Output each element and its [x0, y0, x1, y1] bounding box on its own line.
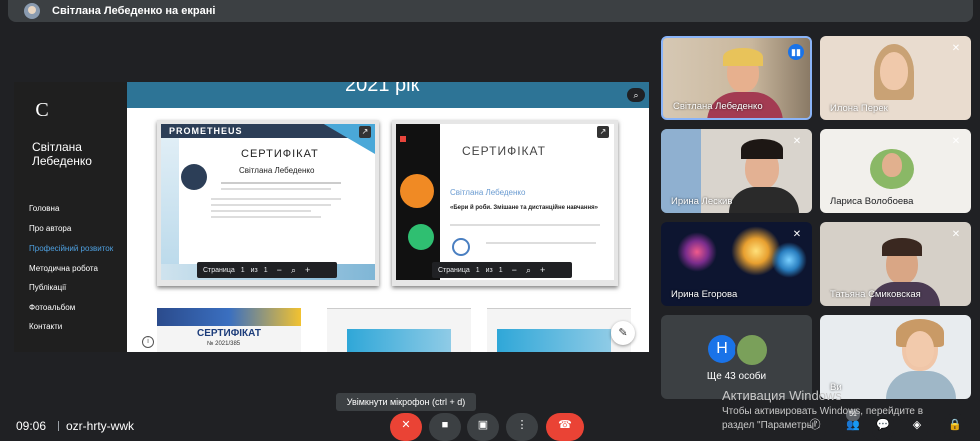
menu-item-professional[interactable]: Професійний розвиток: [29, 244, 113, 253]
zoom-in-icon[interactable]: +: [305, 265, 310, 275]
mic-tooltip: Увімкнути мікрофон (ctrl + d): [336, 393, 476, 411]
pager-total: 1: [498, 266, 503, 274]
certificate-name: Світлана Лебеденко: [450, 188, 526, 197]
more-participants-label: Ще 43 особи: [706, 371, 767, 382]
certificate-beri-i-roby: СЕРТИФІКАТ Світлана Лебеденко «Бери й ро…: [396, 124, 614, 280]
participant-name: Илона Перек: [830, 103, 888, 114]
participant-tile[interactable]: ✕ Илона Перек: [820, 36, 971, 120]
mic-off-icon: ✕: [401, 419, 411, 431]
menu-item-home[interactable]: Головна: [29, 204, 59, 213]
open-external-icon[interactable]: ↗: [597, 126, 609, 138]
pdf-pager-right[interactable]: Страница 1 из 1 − ⌕ +: [432, 262, 572, 278]
shared-screen: C Світлана Лебеденко Головна Про автора …: [14, 82, 649, 352]
zoom-out-icon[interactable]: −: [277, 265, 282, 275]
certificate-title: СЕРТИФІКАТ: [462, 144, 546, 158]
menu-item-publications[interactable]: Публікації: [29, 283, 66, 292]
zoom-in-icon[interactable]: +: [540, 265, 545, 275]
menu-item-about[interactable]: Про автора: [29, 224, 71, 233]
site-sidebar: C Світлана Лебеденко Головна Про автора …: [14, 82, 127, 352]
mic-off-icon: ✕: [951, 229, 961, 240]
end-call-icon: ☎: [558, 419, 572, 431]
mic-off-icon: ✕: [792, 136, 802, 147]
presenting-text: Світлана Лебеденко на екрані: [52, 5, 216, 17]
certificate-name: Світлана Лебеденко: [239, 166, 315, 175]
clock: 09:06: [16, 419, 47, 433]
camera-icon: ■: [441, 419, 449, 431]
people-button[interactable]: 👥 51: [842, 409, 864, 441]
preview-title: СЕРТИФІКАТ: [197, 328, 261, 339]
pager-page-input[interactable]: 1: [241, 267, 245, 274]
certificate-prometheus: PROMETHEUS СЕРТИФІКАТ Світлана Лебеденко: [161, 124, 375, 280]
pdf-pager-left[interactable]: Страница 1 из 1 − ⌕ +: [197, 262, 337, 278]
meeting-code: ozr-hrty-wwk: [66, 419, 134, 433]
edit-pencil-icon[interactable]: ✎: [611, 321, 635, 345]
pager-total: 1: [263, 266, 268, 274]
site-logo-icon: C: [35, 99, 49, 121]
certificate-viewer-right[interactable]: СЕРТИФІКАТ Світлана Лебеденко «Бери й ро…: [392, 120, 618, 286]
participant-name: Лариса Волобоева: [830, 196, 914, 207]
mic-toggle-button[interactable]: ✕: [390, 413, 422, 441]
prometheus-logo: PROMETHEUS: [169, 126, 243, 136]
participant-tile[interactable]: ✕ Татьяна Смиковская: [820, 222, 971, 306]
activities-button[interactable]: ◈: [906, 413, 928, 441]
participant-tile[interactable]: ▮▮ Світлана Лебеденко: [661, 36, 812, 120]
speaking-indicator-icon: ▮▮: [788, 44, 804, 60]
year-header: 2021 рік ⌕: [127, 82, 649, 108]
present-button[interactable]: ▣: [467, 413, 499, 441]
mic-off-icon: ✕: [792, 229, 802, 240]
presenting-banner: Світлана Лебеденко на екрані: [8, 0, 973, 22]
chat-button[interactable]: 💬: [872, 413, 894, 441]
menu-item-contacts[interactable]: Контакти: [29, 322, 62, 331]
open-external-icon[interactable]: ↗: [359, 126, 371, 138]
info-icon[interactable]: i: [142, 336, 154, 348]
more-vert-icon: ⋮: [516, 419, 528, 431]
menu-item-photo-album[interactable]: Фотоальбом: [29, 303, 75, 312]
end-call-button[interactable]: ☎: [546, 413, 584, 441]
participant-tile-more[interactable]: Н Ще 43 особи: [661, 315, 812, 399]
pager-label: Страница: [438, 266, 470, 274]
zoom-icon[interactable]: ⌕: [291, 265, 296, 276]
present-screen-icon: ▣: [477, 419, 489, 431]
participant-avatar-image: [735, 333, 769, 367]
participant-name: Світлана Лебеденко: [673, 101, 763, 112]
preview-number: № 2021/385: [207, 341, 241, 347]
activities-icon: ◈: [912, 419, 922, 431]
participant-tile-self[interactable]: Ви: [820, 315, 971, 399]
activation-watermark-title: Активация Windows: [722, 388, 842, 403]
participant-tile[interactable]: ✕ Ирина Егорова: [661, 222, 812, 306]
certificate-preview-2[interactable]: [327, 308, 471, 352]
certificate-viewer-left[interactable]: PROMETHEUS СЕРТИФІКАТ Світлана Лебеденко…: [157, 120, 379, 286]
menu-item-methodical[interactable]: Методична робота: [29, 264, 98, 273]
lock-icon: 🔒: [948, 419, 962, 431]
search-icon[interactable]: ⌕: [627, 88, 645, 102]
certificate-course: «Бери й роби. Змішане та дистанційне нав…: [450, 205, 598, 211]
certificate-preview-3[interactable]: [487, 308, 631, 352]
pager-of: из: [485, 266, 493, 274]
mic-off-icon: ✕: [951, 43, 961, 54]
participant-name: Ирина Егорова: [671, 289, 738, 300]
site-content: 2021 рік ⌕ PROMETHEUS СЕРТИФІКАТ Світлан…: [127, 82, 649, 352]
pager-label: Страница: [203, 266, 235, 274]
more-options-button[interactable]: ⋮: [506, 413, 538, 441]
zoom-icon[interactable]: ⌕: [526, 265, 531, 276]
activation-watermark-line1: Чтобы активировать Windows, перейдите в: [722, 406, 924, 417]
certificate-title: СЕРТИФІКАТ: [241, 148, 319, 160]
pager-of: из: [250, 266, 258, 274]
chat-icon: 💬: [876, 419, 890, 431]
year-title: 2021 рік: [345, 82, 420, 96]
participant-avatar: Н: [708, 335, 736, 363]
certificate-preview-1[interactable]: СЕРТИФІКАТ № 2021/385: [157, 308, 301, 352]
site-owner-name: Світлана Лебеденко: [32, 140, 92, 168]
activation-watermark-line2: раздел "Параметры".: [722, 420, 821, 431]
participant-tile[interactable]: ✕ Ирина Лескив: [661, 129, 812, 213]
camera-toggle-button[interactable]: ■: [429, 413, 461, 441]
participant-name: Ирина Лескив: [671, 196, 733, 207]
host-controls-button[interactable]: 🔒: [944, 413, 966, 441]
mic-off-icon: ✕: [951, 136, 961, 147]
participant-name: Татьяна Смиковская: [830, 289, 921, 300]
zoom-out-icon[interactable]: −: [512, 265, 517, 275]
participant-tile[interactable]: ✕ Лариса Волобоева: [820, 129, 971, 213]
presenter-avatar: [24, 3, 40, 19]
pager-page-input[interactable]: 1: [476, 267, 480, 274]
